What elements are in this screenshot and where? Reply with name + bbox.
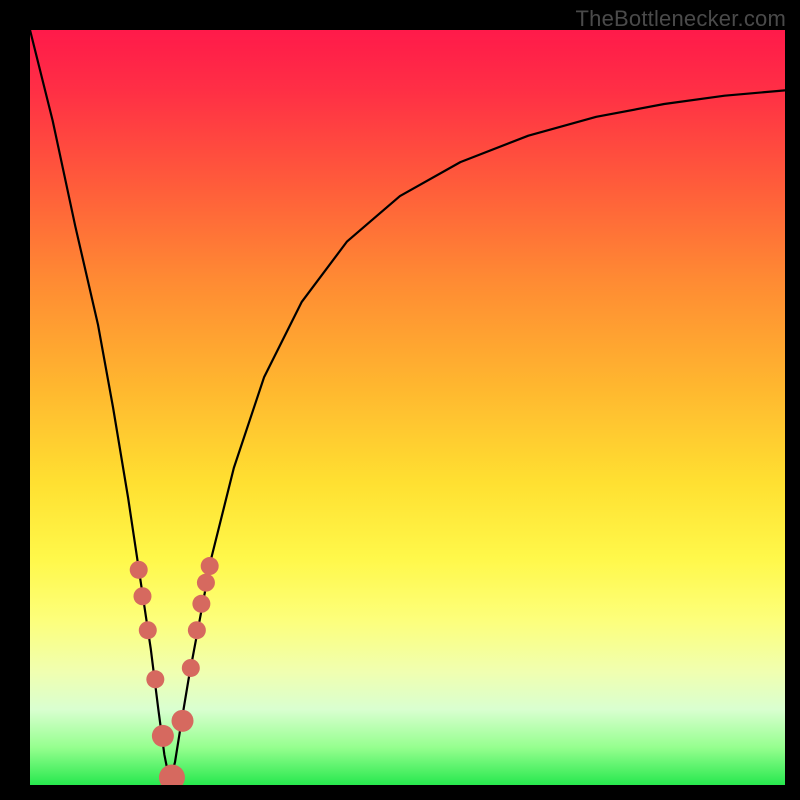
curve-marker: [172, 710, 194, 732]
curve-marker: [159, 764, 185, 785]
curve-marker: [139, 621, 157, 639]
chart-frame: TheBottlenecker.com: [0, 0, 800, 800]
plot-area: [30, 30, 785, 785]
curve-marker: [152, 725, 174, 747]
curve-markers: [130, 557, 219, 785]
curve-marker: [197, 574, 215, 592]
watermark-text: TheBottlenecker.com: [576, 6, 786, 32]
curve-marker: [146, 670, 164, 688]
curve-marker: [192, 595, 210, 613]
curve-marker: [201, 557, 219, 575]
curve-marker: [188, 621, 206, 639]
curve-marker: [130, 561, 148, 579]
curve-marker: [133, 587, 151, 605]
curve-marker: [182, 659, 200, 677]
curve-layer: [30, 30, 785, 785]
bottleneck-curve: [30, 30, 785, 781]
